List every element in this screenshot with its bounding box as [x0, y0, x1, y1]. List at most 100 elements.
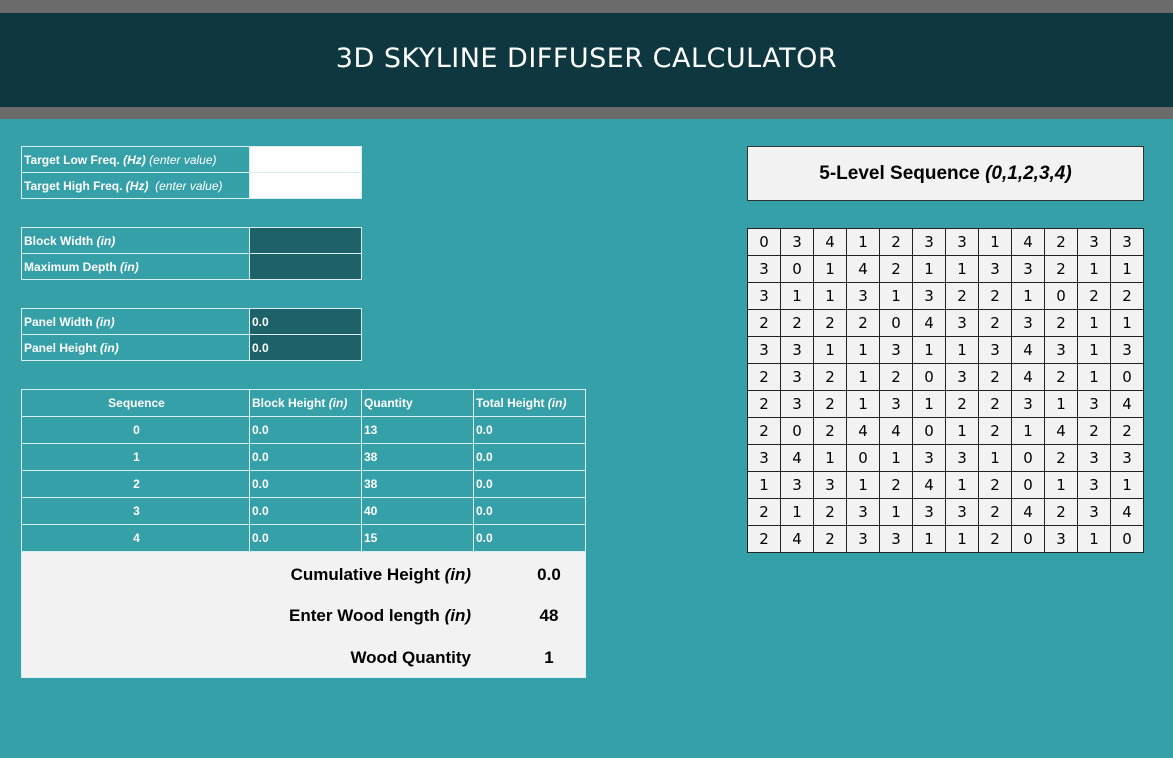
table-row: 4 0.0 15 0.0 — [21, 524, 586, 552]
matrix-cell: 3 — [978, 336, 1012, 364]
matrix-cell: 3 — [846, 525, 880, 553]
matrix-cell: 3 — [879, 336, 913, 364]
matrix-row: 341013310233 — [747, 444, 1144, 472]
matrix-cell: 3 — [780, 228, 814, 256]
matrix-row: 301421133211 — [747, 255, 1144, 283]
total-height-cell: 0.0 — [473, 416, 586, 444]
wood-length-input[interactable]: 48 — [490, 606, 608, 626]
matrix-cell: 3 — [945, 498, 979, 526]
matrix-cell: 4 — [912, 309, 946, 337]
matrix-cell: 3 — [1110, 444, 1144, 472]
high-freq-input[interactable] — [249, 172, 362, 199]
matrix-cell: 3 — [945, 444, 979, 472]
results-header-row: Sequence Block Height (in) Quantity Tota… — [21, 389, 586, 417]
sequence-title: 5-Level Sequence — [819, 163, 980, 184]
table-row: 3 0.0 40 0.0 — [21, 497, 586, 525]
matrix-cell: 3 — [945, 228, 979, 256]
matrix-cell: 3 — [945, 363, 979, 391]
matrix-cell: 1 — [912, 525, 946, 553]
matrix-cell: 2 — [978, 363, 1012, 391]
matrix-cell: 2 — [945, 390, 979, 418]
matrix-cell: 4 — [846, 417, 880, 445]
matrix-cell: 3 — [747, 444, 781, 472]
matrix-cell: 1 — [846, 363, 880, 391]
high-freq-label-text: Target High Freq. — [24, 178, 123, 193]
matrix-row: 311313221022 — [747, 282, 1144, 310]
results-table: Sequence Block Height (in) Quantity Tota… — [21, 389, 586, 552]
matrix-cell: 2 — [813, 498, 847, 526]
sequence-title-box: 5-Level Sequence (0,1,2,3,4) — [747, 146, 1144, 201]
sequence-cell: 2 — [21, 470, 250, 498]
matrix-cell: 1 — [813, 282, 847, 310]
cumulative-height-label: Cumulative Height (in) — [291, 565, 471, 585]
matrix-cell: 4 — [1011, 363, 1045, 391]
matrix-cell: 0 — [1011, 525, 1045, 553]
matrix-cell: 1 — [1110, 255, 1144, 283]
matrix-row: 202440121422 — [747, 417, 1144, 445]
matrix-cell: 1 — [1011, 417, 1045, 445]
wood-quantity-value: 1 — [544, 648, 554, 667]
matrix-cell: 3 — [747, 336, 781, 364]
matrix-row: 133124120131 — [747, 471, 1144, 499]
matrix-cell: 1 — [813, 444, 847, 472]
matrix-cell: 4 — [1011, 228, 1045, 256]
cumulative-height-row: Cumulative Height (in) 0.0 — [20, 565, 585, 585]
top-bar — [0, 0, 1173, 13]
matrix-cell: 3 — [912, 282, 946, 310]
matrix-cell: 3 — [912, 228, 946, 256]
block-width-input[interactable] — [249, 227, 362, 254]
matrix-cell: 2 — [978, 390, 1012, 418]
high-freq-unit: (Hz) — [125, 178, 149, 193]
total-height-cell: 0.0 — [473, 470, 586, 498]
matrix-cell: 0 — [780, 255, 814, 283]
app-header: 3D SKYLINE DIFFUSER CALCULATOR — [0, 13, 1173, 107]
block-height-cell: 0.0 — [249, 497, 362, 525]
matrix-cell: 2 — [978, 498, 1012, 526]
high-freq-label: Target High Freq. (Hz) (enter value) — [21, 172, 250, 199]
wood-length-label: Enter Wood length (in) — [289, 606, 471, 626]
total-height-header: Total Height (in) — [473, 389, 586, 417]
matrix-cell: 3 — [879, 390, 913, 418]
matrix-cell: 1 — [780, 282, 814, 310]
total-height-cell: 0.0 — [473, 443, 586, 471]
wood-quantity-row: Wood Quantity 1 — [20, 648, 585, 668]
matrix-cell: 0 — [912, 417, 946, 445]
matrix-cell: 1 — [945, 471, 979, 499]
matrix-cell: 3 — [1077, 498, 1111, 526]
matrix-cell: 3 — [1011, 255, 1045, 283]
panel-width-unit: (in) — [95, 314, 115, 329]
quantity-cell: 38 — [361, 443, 474, 471]
matrix-cell: 0 — [846, 444, 880, 472]
matrix-cell: 4 — [846, 255, 880, 283]
matrix-cell: 2 — [1044, 228, 1078, 256]
panel-height-label-text: Panel Height — [24, 340, 97, 355]
matrix-cell: 3 — [1044, 525, 1078, 553]
matrix-cell: 1 — [879, 498, 913, 526]
cumulative-height-value: 0.0 — [537, 565, 561, 584]
matrix-cell: 2 — [1044, 444, 1078, 472]
quantity-cell: 38 — [361, 470, 474, 498]
matrix-cell: 2 — [1044, 498, 1078, 526]
max-depth-label: Maximum Depth (in) — [21, 253, 250, 280]
low-freq-input[interactable] — [249, 146, 362, 173]
matrix-cell: 2 — [813, 309, 847, 337]
matrix-cell: 1 — [1077, 525, 1111, 553]
matrix-cell: 2 — [1110, 282, 1144, 310]
matrix-cell: 2 — [945, 282, 979, 310]
total-height-header-unit: (in) — [547, 396, 567, 410]
matrix-cell: 2 — [813, 363, 847, 391]
matrix-cell: 1 — [945, 255, 979, 283]
max-depth-input[interactable] — [249, 253, 362, 280]
matrix-cell: 4 — [813, 228, 847, 256]
matrix-cell: 2 — [813, 417, 847, 445]
wood-length-row: Enter Wood length (in) 48 — [20, 606, 585, 626]
matrix-cell: 0 — [780, 417, 814, 445]
matrix-cell: 4 — [879, 417, 913, 445]
low-freq-unit: (Hz) — [123, 152, 146, 167]
block-height-cell: 0.0 — [249, 470, 362, 498]
matrix-cell: 2 — [846, 309, 880, 337]
block-width-label: Block Width (in) — [21, 227, 250, 254]
quantity-cell: 40 — [361, 497, 474, 525]
matrix-cell: 0 — [1110, 525, 1144, 553]
block-height-header-text: Block Height — [252, 396, 326, 410]
